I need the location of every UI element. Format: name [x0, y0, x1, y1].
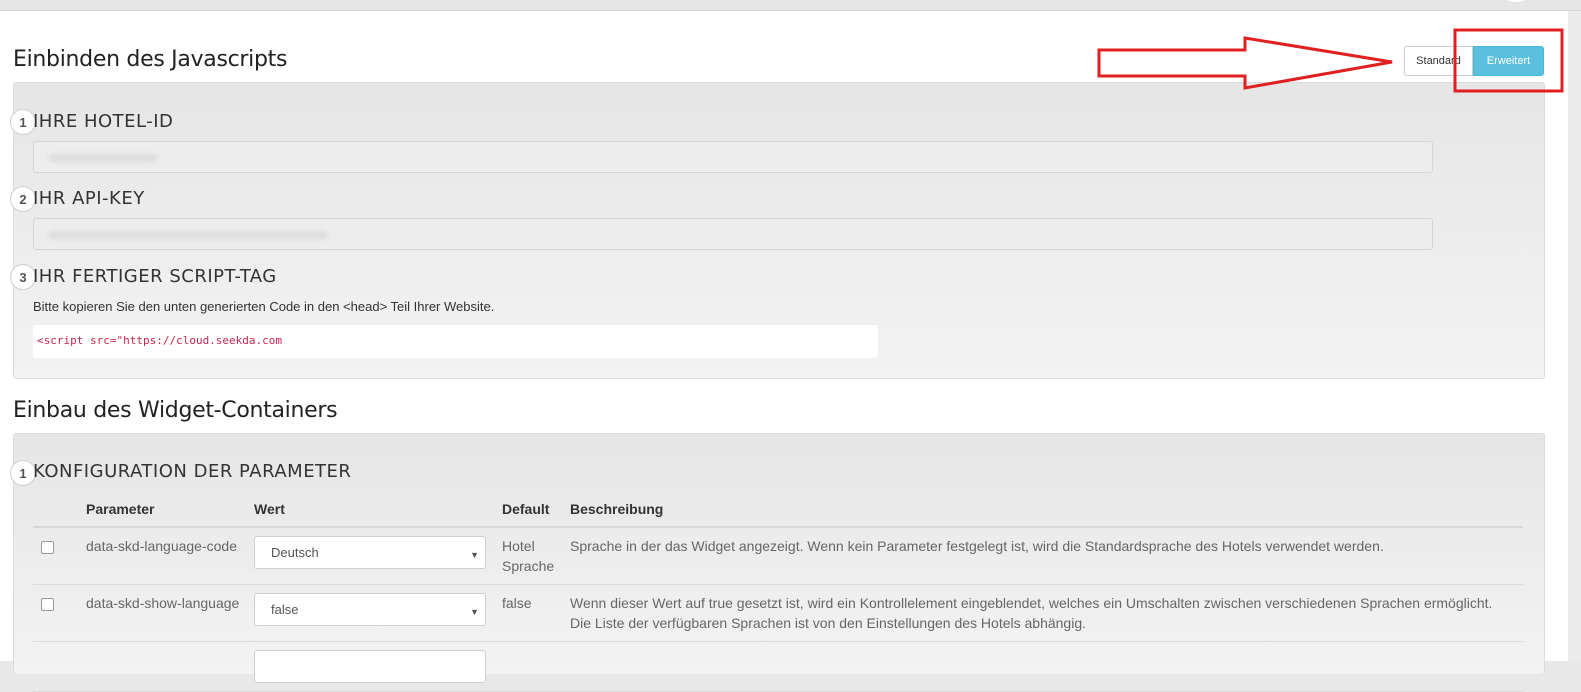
advanced-button[interactable]: Erweitert: [1473, 46, 1544, 76]
parameter-name: data-skd-show-language: [80, 584, 248, 642]
parameter-table: Parameter Wert Default Beschreibung data…: [33, 491, 1523, 692]
checkbox-column-header: [33, 491, 80, 528]
row-checkbox[interactable]: [41, 598, 54, 611]
parameter-name: [80, 641, 248, 692]
step-label-script-tag: IHR FERTIGER SCRIPT-TAG: [33, 266, 277, 287]
widget-panel: 1 KONFIGURATION DER PARAMETER Parameter …: [10, 433, 1545, 692]
caret-down-icon: ▼: [470, 607, 479, 617]
standard-button[interactable]: Standard: [1404, 46, 1473, 76]
mode-toggle: Standard Erweitert: [1404, 46, 1544, 76]
table-row: [33, 641, 1523, 692]
top-bar: [0, 0, 1581, 11]
caret-down-icon: ▼: [470, 550, 479, 560]
column-header-parameter: Parameter: [80, 491, 248, 528]
script-code-box[interactable]: <script src="https://cloud.seekda.com: [33, 325, 878, 358]
help-text: Bitte kopieren Sie den unten generierten…: [33, 299, 495, 314]
api-key-field[interactable]: [33, 218, 1433, 250]
avatar[interactable]: [1501, 0, 1531, 2]
hotel-id-field[interactable]: [33, 141, 1433, 173]
default-value: [496, 641, 564, 692]
select-value: false: [271, 602, 299, 617]
table-row: data-skd-language-code Deutsch ▼ Hotel S…: [33, 527, 1523, 585]
column-header-default: Default: [496, 491, 564, 528]
default-value: Hotel Sprache: [496, 527, 564, 585]
redacted-value: [48, 231, 328, 239]
description: Wenn dieser Wert auf true gesetzt ist, w…: [564, 584, 1523, 642]
checkbox-cell: [33, 584, 80, 642]
description: [564, 641, 1523, 692]
main-content: Einbinden des Javascripts Standard Erwei…: [0, 11, 1568, 692]
step-label-hotel-id: IHRE HOTEL-ID: [33, 111, 174, 132]
row-checkbox[interactable]: [41, 541, 54, 554]
next-select[interactable]: [254, 650, 486, 683]
section-title-javascript: Einbinden des Javascripts: [13, 47, 288, 72]
default-value: false: [496, 584, 564, 642]
javascript-panel: 1 IHRE HOTEL-ID 2 IHR API-KEY 3 IHR FERT…: [10, 82, 1545, 379]
description: Sprache in der das Widget angezeigt. Wen…: [564, 527, 1523, 585]
section-title-widget-container: Einbau des Widget-Containers: [13, 398, 338, 423]
redacted-value: [48, 154, 158, 162]
step-label-api-key: IHR API-KEY: [33, 188, 145, 209]
column-header-value: Wert: [248, 491, 496, 528]
language-select[interactable]: Deutsch ▼: [254, 536, 486, 569]
table-row: data-skd-show-language false ▼ false Wen…: [33, 584, 1523, 642]
parameter-name: data-skd-language-code: [80, 527, 248, 585]
value-cell: Deutsch ▼: [248, 527, 496, 585]
checkbox-cell: [33, 527, 80, 585]
scrollbar-track[interactable]: [1567, 11, 1581, 661]
step-label-parameters: KONFIGURATION DER PARAMETER: [33, 461, 352, 482]
show-language-select[interactable]: false ▼: [254, 593, 486, 626]
column-header-description: Beschreibung: [564, 491, 1523, 528]
table-header-row: Parameter Wert Default Beschreibung: [33, 491, 1523, 528]
value-cell: [248, 641, 496, 692]
value-cell: false ▼: [248, 584, 496, 642]
checkbox-cell: [33, 641, 80, 692]
select-value: Deutsch: [271, 545, 319, 560]
